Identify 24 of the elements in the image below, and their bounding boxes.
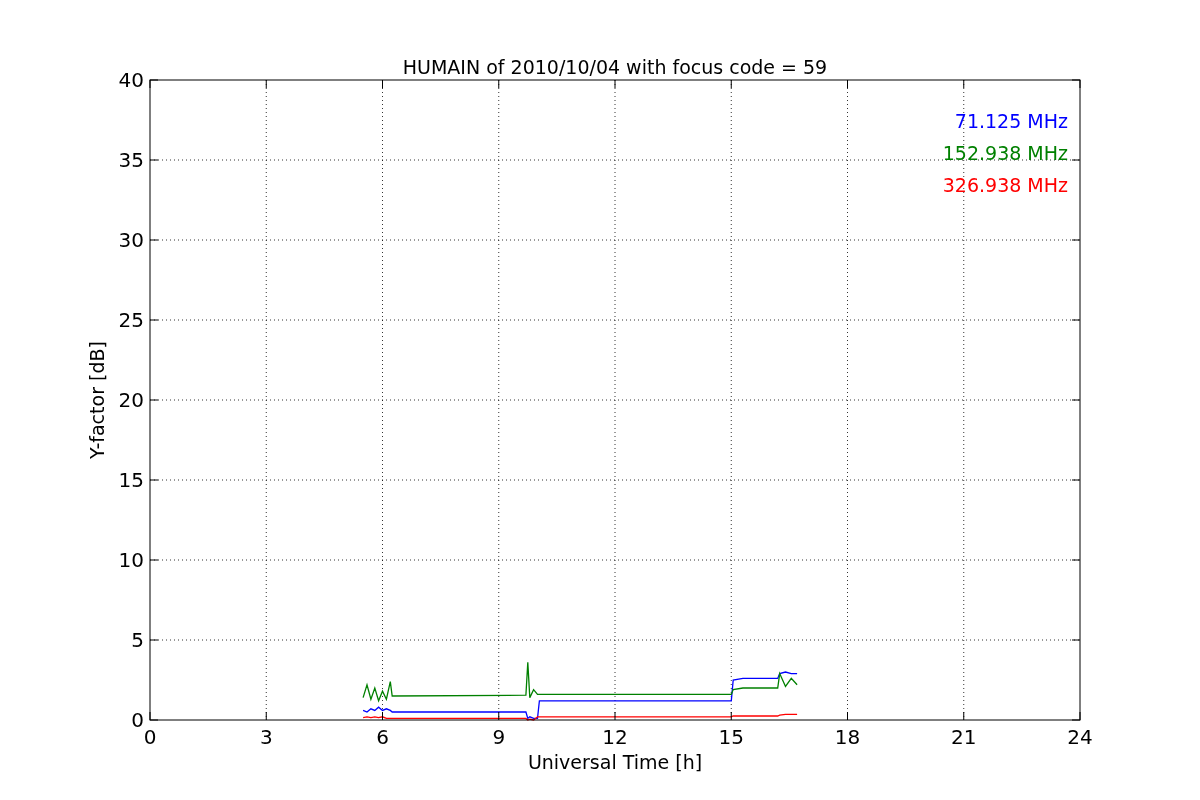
tick-label: 12 [602, 725, 628, 749]
legend-label: 152.938 MHz [942, 142, 1068, 164]
tick-label: 20 [118, 388, 144, 412]
legend-label: 71.125 MHz [954, 110, 1068, 132]
tick-label: 40 [118, 68, 144, 92]
tick-label: 9 [492, 725, 506, 749]
tick-label: 0 [131, 708, 144, 732]
tick-label: 30 [118, 228, 144, 252]
tick-label: 10 [118, 548, 144, 572]
tick-label: 15 [118, 468, 144, 492]
tick-label: 21 [951, 725, 977, 749]
chart-title: HUMAIN of 2010/10/04 with focus code = 59 [402, 56, 828, 78]
tick-label: 3 [259, 725, 273, 749]
tick-label: 15 [718, 725, 744, 749]
tick-label: 6 [376, 725, 389, 749]
tick-label: 18 [834, 725, 861, 749]
legend-label: 326.938 MHz [942, 174, 1068, 196]
tick-label: 35 [118, 148, 144, 172]
tick-label: 24 [1067, 725, 1093, 749]
tick-label: 25 [118, 308, 144, 332]
y-axis-label: Y-factor [dB] [86, 341, 108, 459]
tick-label: 0 [143, 725, 157, 749]
tick-label: 5 [131, 628, 144, 652]
x-axis-label: Universal Time [h] [527, 751, 703, 773]
